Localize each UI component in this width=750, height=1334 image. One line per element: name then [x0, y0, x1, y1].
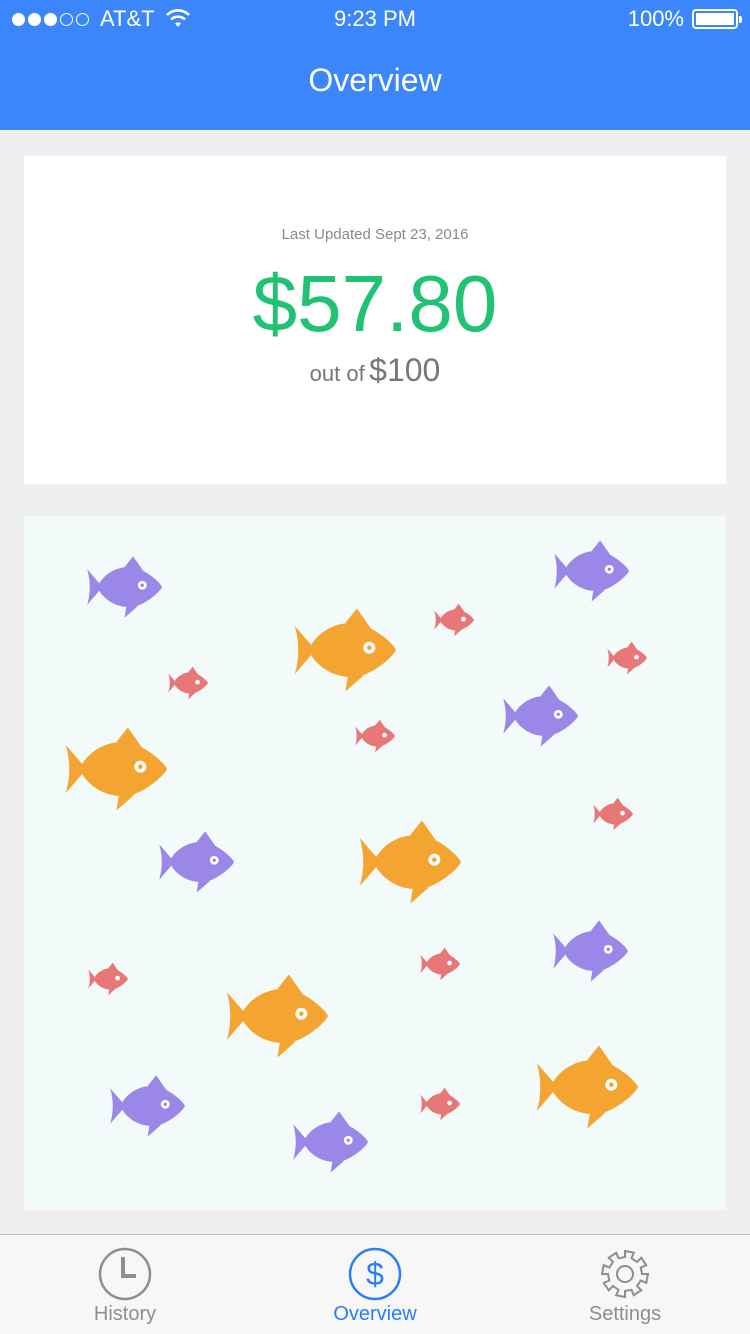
- status-right: 100%: [627, 6, 742, 32]
- battery-percent: 100%: [627, 6, 684, 31]
- purple-fish-icon: [503, 685, 578, 747]
- tab-bar: History $ Overview Settings: [0, 1234, 750, 1334]
- battery-icon: [692, 9, 742, 29]
- red-fish-icon: [168, 666, 208, 700]
- purple-fish-icon: [553, 920, 628, 982]
- limit-amount: $100: [369, 352, 441, 388]
- red-fish-icon: [88, 962, 128, 996]
- red-fish-icon: [420, 1087, 460, 1121]
- page-title: Overview: [308, 62, 442, 98]
- out-of-label: out of: [309, 361, 365, 386]
- orange-fish-icon: [359, 820, 461, 904]
- orange-fish-icon: [226, 974, 328, 1058]
- red-fish-icon: [607, 641, 647, 675]
- red-fish-icon: [593, 797, 633, 831]
- svg-text:$: $: [366, 1256, 384, 1292]
- clock-icon: [98, 1247, 152, 1301]
- status-bar: AT&T 9:23 PM 100%: [0, 0, 750, 40]
- gear-icon: [600, 1249, 650, 1299]
- orange-fish-icon: [294, 608, 396, 692]
- fish-illustration: [65, 540, 647, 1173]
- purple-fish-icon: [110, 1075, 185, 1137]
- tab-history-label: History: [93, 1303, 157, 1325]
- orange-fish-icon: [65, 727, 167, 811]
- tab-settings-label: Settings: [588, 1303, 662, 1325]
- red-fish-icon: [355, 719, 395, 753]
- red-fish-icon: [434, 603, 474, 637]
- tab-history[interactable]: History: [0, 1235, 250, 1334]
- purple-fish-icon: [159, 831, 234, 893]
- red-fish-icon: [420, 947, 460, 981]
- tab-overview-label: Overview: [333, 1303, 417, 1325]
- tab-overview[interactable]: $ Overview: [250, 1235, 500, 1334]
- purple-fish-icon: [87, 556, 162, 618]
- nav-header: AT&T 9:23 PM 100% Overview: [0, 0, 750, 130]
- orange-fish-icon: [536, 1045, 638, 1129]
- fish-illustration-panel: [24, 516, 726, 1210]
- balance-amount: $57.80: [252, 259, 498, 348]
- tab-settings[interactable]: Settings: [500, 1235, 750, 1334]
- purple-fish-icon: [554, 540, 629, 602]
- budget-limit: out of $100: [0, 350, 750, 397]
- dollar-icon: $: [348, 1247, 402, 1301]
- purple-fish-icon: [293, 1111, 368, 1173]
- last-updated-text: Last Updated Sept 23, 2016: [281, 226, 469, 243]
